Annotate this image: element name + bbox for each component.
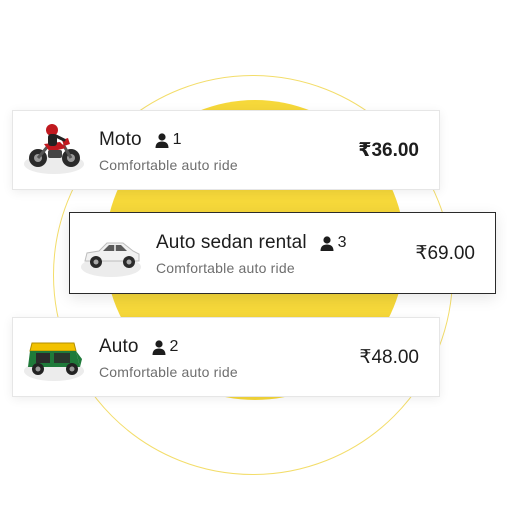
auto-rickshaw-icon <box>22 327 88 387</box>
person-icon <box>152 339 165 355</box>
ride-options-illustration: Moto 1 Comfortable auto ride ₹36.00 Auto… <box>0 0 507 507</box>
seat-count: 1 <box>155 131 182 149</box>
sedan-car-icon <box>79 223 145 283</box>
ride-option-moto[interactable]: Moto 1 Comfortable auto ride ₹36.00 <box>12 110 440 190</box>
ride-price: ₹48.00 <box>359 346 419 368</box>
ride-subtitle: Comfortable auto ride <box>156 260 295 276</box>
ride-title: Auto sedan rental <box>156 232 307 253</box>
seat-count: 3 <box>320 234 347 252</box>
person-icon <box>155 132 169 148</box>
ride-subtitle: Comfortable auto ride <box>99 364 238 380</box>
person-icon <box>320 235 334 251</box>
ride-price: ₹69.00 <box>415 242 475 264</box>
ride-subtitle: Comfortable auto ride <box>99 157 238 173</box>
seat-count-value: 1 <box>172 131 182 148</box>
ride-option-auto-sedan-rental[interactable]: Auto sedan rental 3 Comfortable auto rid… <box>69 212 496 294</box>
ride-title: Moto <box>99 129 142 150</box>
motorcycle-icon <box>22 120 88 180</box>
seat-count-value: 3 <box>337 234 347 251</box>
ride-title: Auto <box>99 336 139 357</box>
ride-option-auto[interactable]: Auto 2 Comfortable auto ride ₹48.00 <box>12 317 440 397</box>
seat-count-value: 2 <box>169 338 179 355</box>
ride-price: ₹36.00 <box>358 139 419 161</box>
seat-count: 2 <box>152 338 179 356</box>
